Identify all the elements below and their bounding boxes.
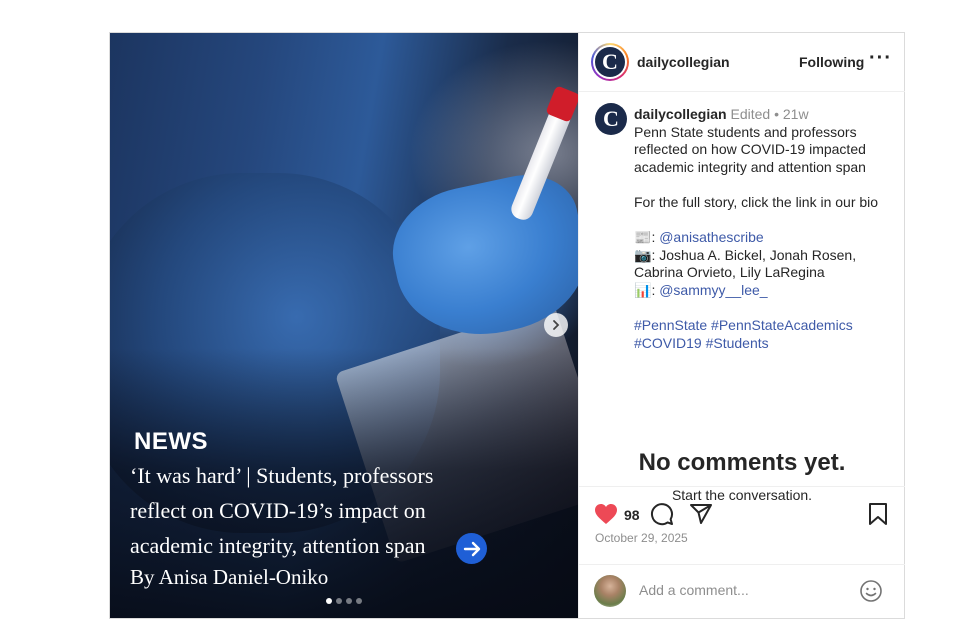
photo-credits: : Joshua A. Bickel, Jonah Rosen, Cabrina… xyxy=(634,246,857,281)
headline: ‘It was hard’ | Students, professors ref… xyxy=(130,463,434,558)
newspaper-icon: 📰 xyxy=(634,229,652,246)
header-username[interactable]: dailycollegian xyxy=(637,54,730,70)
collegian-logo: C xyxy=(595,103,627,135)
heart-icon[interactable] xyxy=(593,501,619,527)
chart-icon: 📊 xyxy=(634,281,652,298)
read-more-arrow-icon xyxy=(456,533,487,564)
carousel-dot xyxy=(346,598,352,604)
comment-bar: Add a comment... xyxy=(579,564,905,618)
user-avatar xyxy=(594,575,626,607)
comment-icon[interactable] xyxy=(649,501,675,527)
edited-label: Edited xyxy=(730,106,771,122)
camera-icon: 📷 xyxy=(634,246,652,263)
chevron-right-icon xyxy=(553,320,560,330)
caption-area: C dailycollegian Edited • 21w Penn State… xyxy=(579,93,905,503)
share-icon[interactable] xyxy=(688,501,714,527)
post-side-panel: C dailycollegian Following ··· C dailyco… xyxy=(578,33,905,618)
collegian-logo: C xyxy=(595,47,625,77)
action-bar: 98 October 29, 2025 xyxy=(579,486,905,564)
mention-writer[interactable]: @anisathescribe xyxy=(659,229,764,245)
news-label: NEWS xyxy=(134,428,208,455)
byline: By Anisa Daniel-Oniko xyxy=(130,565,329,589)
caption-text: dailycollegian Edited • 21w Penn State s… xyxy=(634,106,899,352)
carousel-dot xyxy=(356,598,362,604)
bookmark-icon[interactable] xyxy=(865,501,891,527)
next-slide-button[interactable] xyxy=(544,313,568,337)
caption-line: For the full story, click the link in ou… xyxy=(634,193,879,210)
post-age[interactable]: 21w xyxy=(783,106,809,122)
hashtags[interactable]: #COVID19 #Students xyxy=(634,335,899,353)
post-media[interactable]: NEWS ‘It was hard’ | Students, professor… xyxy=(110,33,578,618)
carousel-dot xyxy=(326,598,332,604)
empty-title: No comments yet. xyxy=(638,449,846,476)
mention-graphics[interactable]: @sammyy__lee_ xyxy=(659,282,767,298)
like-count[interactable]: 98 xyxy=(624,507,640,523)
emoji-icon[interactable] xyxy=(859,579,883,608)
caption-username[interactable]: dailycollegian xyxy=(634,106,727,122)
comment-input[interactable]: Add a comment... xyxy=(639,582,749,598)
post-header: C dailycollegian Following ··· xyxy=(579,33,905,92)
profile-avatar[interactable]: C xyxy=(591,43,629,81)
following-button[interactable]: Following xyxy=(799,54,864,70)
more-options-icon[interactable]: ··· xyxy=(869,47,892,70)
meta-separator: • xyxy=(774,106,779,122)
post-date[interactable]: October 29, 2025 xyxy=(595,531,688,545)
caption-avatar[interactable]: C xyxy=(595,103,627,135)
carousel-dots xyxy=(326,598,362,604)
hashtags[interactable]: #PennState #PennStateAcademics xyxy=(634,317,899,335)
instagram-post: NEWS ‘It was hard’ | Students, professor… xyxy=(109,32,905,619)
caption-line: Penn State students and professors refle… xyxy=(634,123,866,175)
carousel-dot xyxy=(336,598,342,604)
